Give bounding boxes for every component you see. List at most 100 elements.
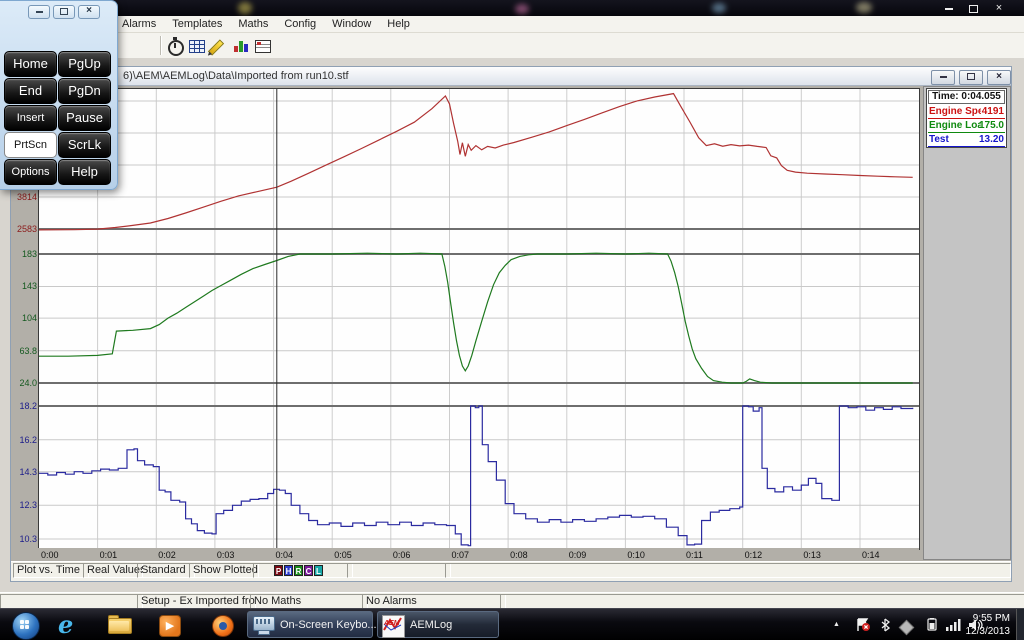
y-tick-test: 10.3	[12, 535, 37, 544]
status-values-mode: Real Values	[83, 563, 143, 578]
values-panel: Time: 0:04.055 Engine Speed 4191 Engine …	[923, 86, 1011, 560]
channel-value: 13.20	[979, 133, 1004, 146]
y-tick-engine-load: 183	[12, 250, 37, 259]
osk-key-scrlk[interactable]: ScrLk	[58, 132, 111, 158]
value-row-engine-load[interactable]: Engine Load 175.0	[928, 119, 1005, 133]
chart-minimize-button[interactable]	[931, 70, 955, 85]
media-player-icon[interactable]: ▶	[158, 614, 182, 636]
x-tick: 0:11	[686, 550, 703, 560]
channel-value: 4191	[982, 105, 1004, 118]
osk-key-end[interactable]: End	[4, 78, 57, 104]
osk-maximize-button[interactable]	[53, 5, 75, 19]
menu-item-maths[interactable]: Maths	[230, 16, 276, 33]
menu-item-config[interactable]: Config	[276, 16, 324, 33]
app-status-empty	[0, 594, 143, 609]
action-center-flag-icon[interactable]	[855, 618, 871, 637]
toolbar-separator	[160, 36, 162, 55]
channel-box-h[interactable]: H	[284, 565, 293, 576]
taskbar: e ▶ On-Screen Keybo... AEM AEMLog ▲	[0, 608, 1024, 640]
tray-app-icon[interactable]	[901, 620, 912, 638]
osk-key-pause[interactable]: Pause	[58, 105, 111, 131]
x-tick: 0:09	[569, 550, 587, 560]
calculator-icon[interactable]	[188, 37, 206, 54]
firefox-icon[interactable]	[211, 614, 235, 636]
chart-close-button[interactable]: ×	[987, 70, 1011, 85]
tray-expand-icon[interactable]: ▲	[833, 621, 840, 628]
stopwatch-icon[interactable]	[166, 37, 184, 54]
channel-box-l[interactable]: L	[314, 565, 323, 576]
task-button-label: AEMLog	[410, 612, 452, 639]
chart-svg	[39, 89, 919, 549]
start-button[interactable]	[12, 612, 40, 640]
plot-area[interactable]	[38, 88, 920, 550]
chart-window-titlebar[interactable]: 6)\AEM\AEMLog\Data\Imported from run10.s…	[11, 67, 1011, 86]
x-tick: 0:05	[334, 550, 352, 560]
app-status-alarms: No Alarms	[362, 594, 506, 609]
value-row-test[interactable]: Test 13.20	[928, 133, 1005, 147]
test-trace	[39, 406, 913, 546]
menu-item-templates[interactable]: Templates	[164, 16, 230, 33]
y-tick-test: 18.2	[12, 402, 37, 411]
tray-clock[interactable]: 9:55 PM 12/3/2013	[950, 612, 1010, 638]
chart-maximize-button[interactable]	[959, 70, 983, 85]
app-status-maths: No Maths	[250, 594, 368, 609]
x-tick: 0:03	[217, 550, 235, 560]
menu-item-alarms[interactable]: Alarms	[114, 16, 164, 33]
show-desktop-button[interactable]	[1016, 609, 1024, 640]
osk-key-prtscn[interactable]: PrtScn	[4, 132, 57, 158]
main-restore-button[interactable]	[962, 2, 984, 14]
app-statusbar: Setup - Ex Imported from No Maths No Ala…	[0, 592, 1024, 609]
osk-key-insert[interactable]: Insert	[4, 105, 57, 131]
osk-key-options[interactable]: Options	[4, 159, 57, 185]
x-tick: 0:02	[158, 550, 176, 560]
osk-minimize-button[interactable]	[28, 5, 50, 19]
wallpaper-blob	[856, 2, 872, 13]
battery-icon[interactable]	[924, 618, 940, 636]
cursor-time: Time: 0:04.055	[928, 90, 1005, 104]
x-tick: 0:01	[100, 550, 118, 560]
pencil-icon[interactable]	[210, 37, 228, 54]
main-minimize-button[interactable]	[938, 2, 960, 14]
taskbar-button-aemlog[interactable]: AEM AEMLog	[377, 611, 499, 638]
internet-explorer-icon[interactable]: e	[58, 614, 82, 636]
osk-key-pgdn[interactable]: PgDn	[58, 78, 111, 104]
status-empty-segment	[445, 563, 1011, 578]
y-tick-engine-load: 63.8	[12, 347, 37, 356]
channel-color-boxes[interactable]: PHRCL	[274, 565, 324, 576]
bluetooth-icon[interactable]	[880, 618, 892, 637]
status-style: Standard	[137, 563, 195, 578]
on-screen-keyboard-window: × HomePgUpEndPgDnInsertPausePrtScnScrLkO…	[0, 0, 118, 190]
toolbar	[0, 33, 1024, 59]
y-tick-test: 14.3	[12, 468, 37, 477]
channel-name: Engine Load	[929, 119, 981, 132]
x-tick: 0:08	[510, 550, 528, 560]
app-status-setup: Setup - Ex Imported from	[137, 594, 256, 609]
status-plotted: Show Plotted	[189, 563, 259, 578]
bar-chart-icon[interactable]	[232, 37, 250, 54]
y-tick-engine-load: 143	[12, 282, 37, 291]
main-close-button[interactable]: ×	[988, 2, 1010, 14]
channel-value: 175.0	[979, 119, 1004, 132]
x-tick: 0:10	[627, 550, 645, 560]
menu-items: AlarmsTemplatesMathsConfigWindowHelp	[114, 16, 418, 33]
osk-close-button[interactable]: ×	[78, 5, 100, 19]
taskbar-button-on-screen-keyboard[interactable]: On-Screen Keybo...	[247, 611, 373, 638]
menu-item-help[interactable]: Help	[379, 16, 418, 33]
menu-bar: AlarmsTemplatesMathsConfigWindowHelp	[0, 16, 1024, 33]
menu-item-window[interactable]: Window	[324, 16, 379, 33]
channel-box-r[interactable]: R	[294, 565, 303, 576]
channel-box-c[interactable]: C	[304, 565, 313, 576]
osk-key-help[interactable]: Help	[58, 159, 111, 185]
explorer-folder-icon[interactable]	[108, 614, 132, 636]
x-tick: 0:13	[803, 550, 821, 560]
y-tick-engine-load: 24.0	[12, 379, 37, 388]
y-tick-test: 16.2	[12, 436, 37, 445]
data-table-icon[interactable]	[254, 37, 272, 54]
wallpaper-blob	[238, 2, 252, 14]
value-row-engine-speed[interactable]: Engine Speed 4191	[928, 105, 1005, 119]
osk-key-home[interactable]: Home	[4, 51, 57, 77]
osk-key-pgup[interactable]: PgUp	[58, 51, 111, 77]
channel-name: Engine Speed	[929, 105, 981, 118]
channel-box-p[interactable]: P	[274, 565, 283, 576]
y-tick-engine-speed: 3814	[12, 193, 37, 202]
